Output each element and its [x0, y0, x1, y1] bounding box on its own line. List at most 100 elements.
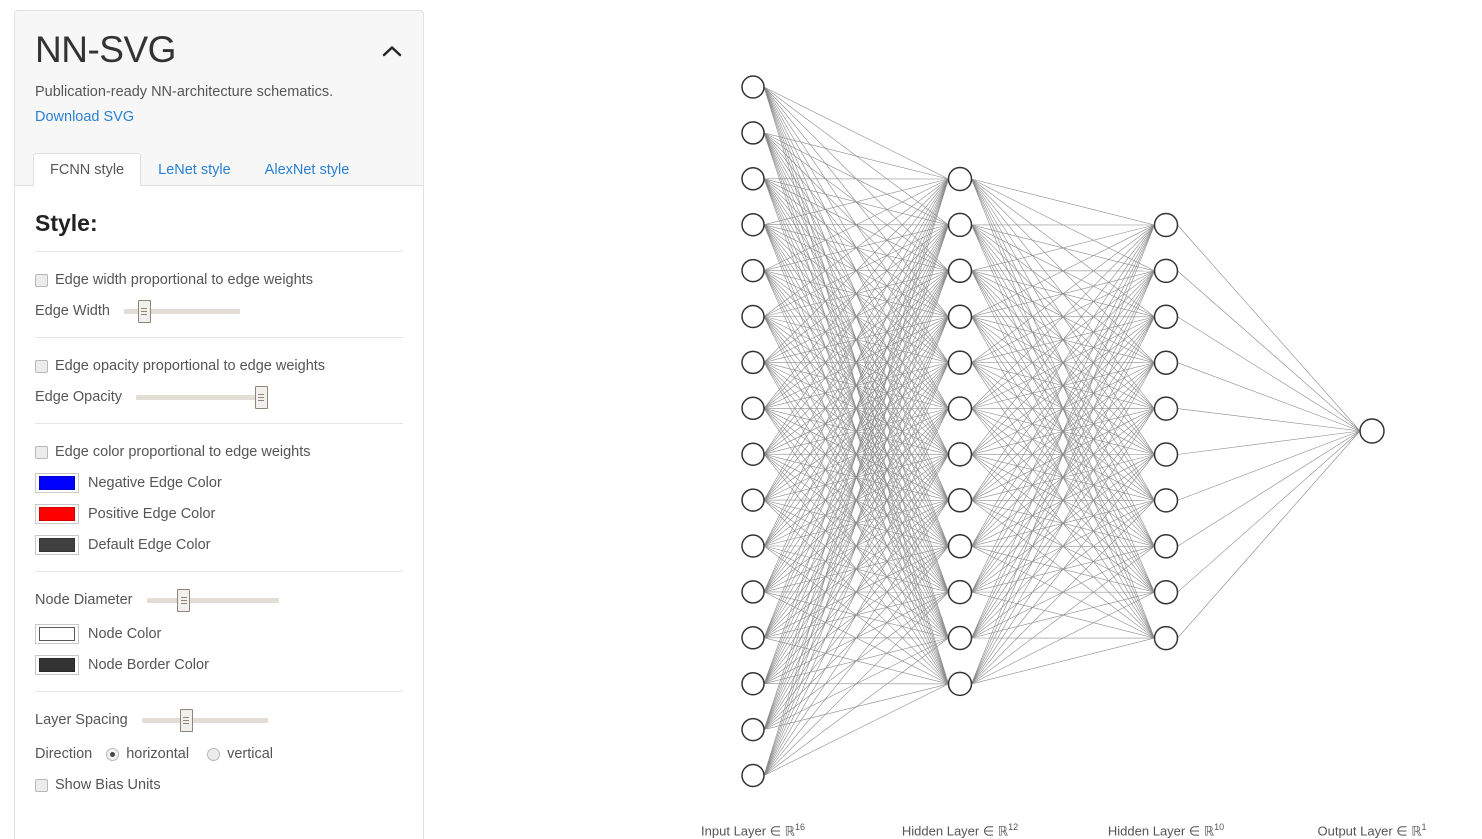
edge [763, 178, 949, 225]
edge [971, 270, 1155, 501]
positive-edge-color-swatch[interactable] [35, 504, 79, 525]
edge [763, 545, 949, 593]
edge [763, 270, 949, 639]
tab-fcnn-style[interactable]: FCNN style [33, 152, 142, 187]
edge-color-proportional-checkbox[interactable] [35, 445, 48, 459]
edge [763, 270, 949, 593]
edge [971, 316, 1155, 455]
divider [35, 691, 403, 693]
edge [763, 270, 949, 776]
edge [763, 178, 949, 409]
tab-alexnet-style[interactable]: AlexNet style [248, 153, 367, 187]
divider [35, 571, 403, 573]
slider-thumb[interactable] [177, 589, 191, 613]
edge-opacity-slider-row: Edge Opacity [35, 385, 403, 410]
edge-opacity-slider[interactable] [136, 386, 268, 410]
slider-thumb[interactable] [254, 386, 268, 410]
network-node [741, 167, 765, 191]
default-edge-color-swatch[interactable] [35, 535, 79, 556]
edge [763, 316, 949, 776]
edge [763, 362, 949, 501]
network-node [741, 121, 765, 145]
edge [971, 270, 1155, 455]
show-bias-units-checkbox[interactable] [35, 778, 48, 792]
layer-spacing-slider[interactable] [141, 709, 268, 733]
edge [1177, 362, 1361, 432]
edge [763, 224, 949, 317]
edge [971, 362, 1155, 455]
chevron-up-icon[interactable] [379, 38, 405, 64]
edge [971, 362, 1155, 409]
app-subtitle: Publication-ready NN-architecture schema… [35, 83, 334, 100]
node-color-swatch[interactable] [35, 624, 79, 645]
edge [971, 500, 1155, 547]
panel-header: NN-SVG Publication-ready NN-architecture… [15, 11, 423, 128]
layer-spacing-label: Layer Spacing [35, 712, 128, 729]
edge [971, 224, 1155, 272]
slider-thumb[interactable] [179, 709, 193, 733]
network-node [1153, 442, 1179, 467]
network-node [947, 671, 973, 697]
edge [763, 224, 949, 455]
direction-vertical-radio[interactable] [207, 747, 221, 761]
edge [971, 224, 1155, 363]
edge [1177, 270, 1361, 432]
edge [971, 178, 1155, 639]
network-node [741, 396, 765, 421]
edge [763, 408, 949, 684]
edge-opacity-proportional-label: Edge opacity proportional to edge weight… [55, 358, 326, 375]
direction-horizontal-radio[interactable] [106, 747, 120, 761]
edge [763, 270, 949, 684]
edge [763, 224, 949, 272]
edge [763, 132, 949, 317]
edge [971, 178, 1155, 501]
negative-edge-color-swatch[interactable] [35, 473, 79, 494]
edge [763, 86, 949, 363]
edge [763, 86, 949, 272]
edge-width-label: Edge Width [35, 303, 110, 320]
layer-label-1: Hidden Layer ∈ ℝ12 [901, 822, 1019, 839]
edge [763, 316, 949, 593]
edge [763, 224, 949, 363]
edge [971, 224, 1155, 272]
edge [971, 408, 1155, 685]
edge [971, 178, 1155, 593]
edge [763, 224, 949, 639]
edge [971, 270, 1155, 501]
edge [763, 224, 949, 638]
network-node [741, 580, 765, 604]
edge [971, 224, 1155, 363]
edge [763, 270, 949, 455]
edge [763, 132, 949, 501]
edge [971, 316, 1155, 363]
edge [763, 500, 949, 547]
edge [763, 178, 949, 455]
edge [763, 500, 949, 593]
edge [971, 362, 1155, 593]
tab-lenet-style[interactable]: LeNet style [141, 153, 248, 187]
node-border-color-swatch[interactable] [35, 655, 79, 676]
edge [971, 408, 1155, 593]
edge [763, 499, 949, 547]
edge [763, 683, 949, 730]
slider-track [141, 718, 268, 724]
edge [763, 270, 949, 685]
edge [763, 132, 949, 547]
edge-width-proportional-checkbox[interactable] [35, 273, 48, 287]
edge [763, 132, 949, 180]
edge [763, 132, 949, 455]
edge-opacity-proportional-checkbox[interactable] [35, 359, 48, 373]
download-svg-link[interactable]: Download SVG [35, 107, 134, 129]
edge [971, 224, 1155, 639]
network-node [1153, 350, 1179, 375]
edge [971, 224, 1155, 409]
node-diameter-slider[interactable] [146, 589, 279, 613]
slider-thumb[interactable] [137, 300, 151, 324]
edge-width-slider[interactable] [123, 300, 240, 324]
edge [1177, 224, 1361, 432]
edge [971, 454, 1155, 639]
node-border-color-row: Node Border Color [35, 653, 403, 677]
edge [763, 86, 949, 317]
edge [971, 362, 1155, 501]
edge [971, 178, 1155, 547]
